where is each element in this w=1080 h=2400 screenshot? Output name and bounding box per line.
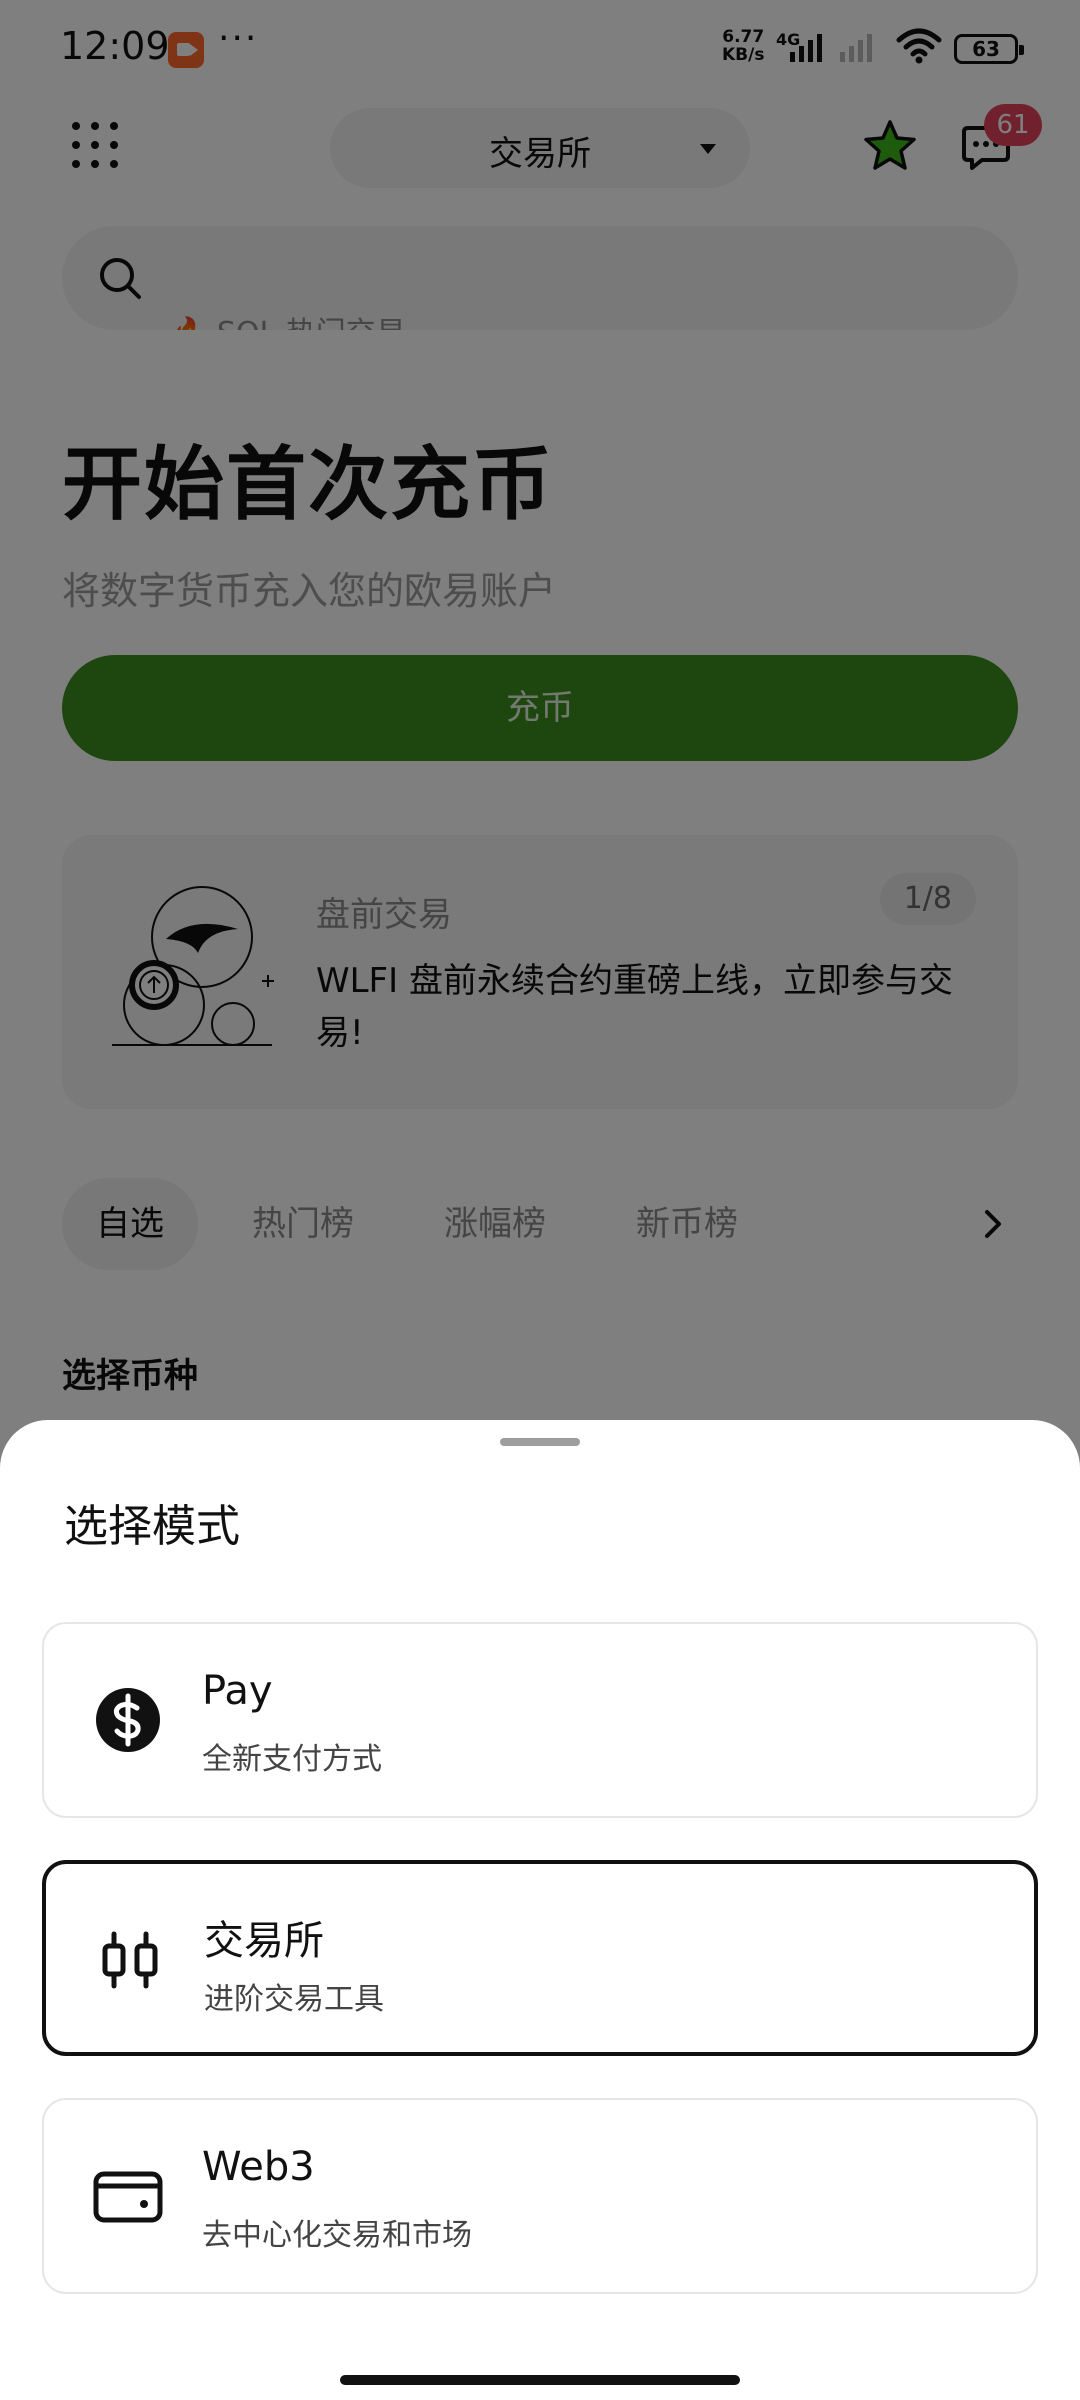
mode-description: 去中心化交易和市场 — [202, 2218, 472, 2253]
mode-option-pay[interactable]: Pay 全新支付方式 — [42, 1622, 1038, 1818]
mode-select-sheet: 选择模式 Pay 全新支付方式 交易所 进阶交易工具 Web3 去中心化交易和市… — [0, 1420, 1080, 2400]
sheet-drag-handle[interactable] — [500, 1438, 580, 1446]
mode-description: 进阶交易工具 — [204, 1982, 384, 2017]
sheet-title: 选择模式 — [64, 1501, 240, 1552]
mode-name: Web3 — [202, 2144, 315, 2190]
mode-option-web3[interactable]: Web3 去中心化交易和市场 — [42, 2098, 1038, 2294]
home-indicator[interactable] — [340, 2375, 740, 2385]
candlestick-icon — [102, 1931, 158, 1989]
mode-description: 全新支付方式 — [202, 1742, 382, 1777]
dollar-icon — [96, 1688, 160, 1752]
wallet-icon — [93, 2171, 163, 2223]
mode-option-exchange[interactable]: 交易所 进阶交易工具 — [42, 1860, 1038, 2056]
mode-name: 交易所 — [204, 1918, 324, 1964]
mode-name: Pay — [202, 1668, 273, 1714]
